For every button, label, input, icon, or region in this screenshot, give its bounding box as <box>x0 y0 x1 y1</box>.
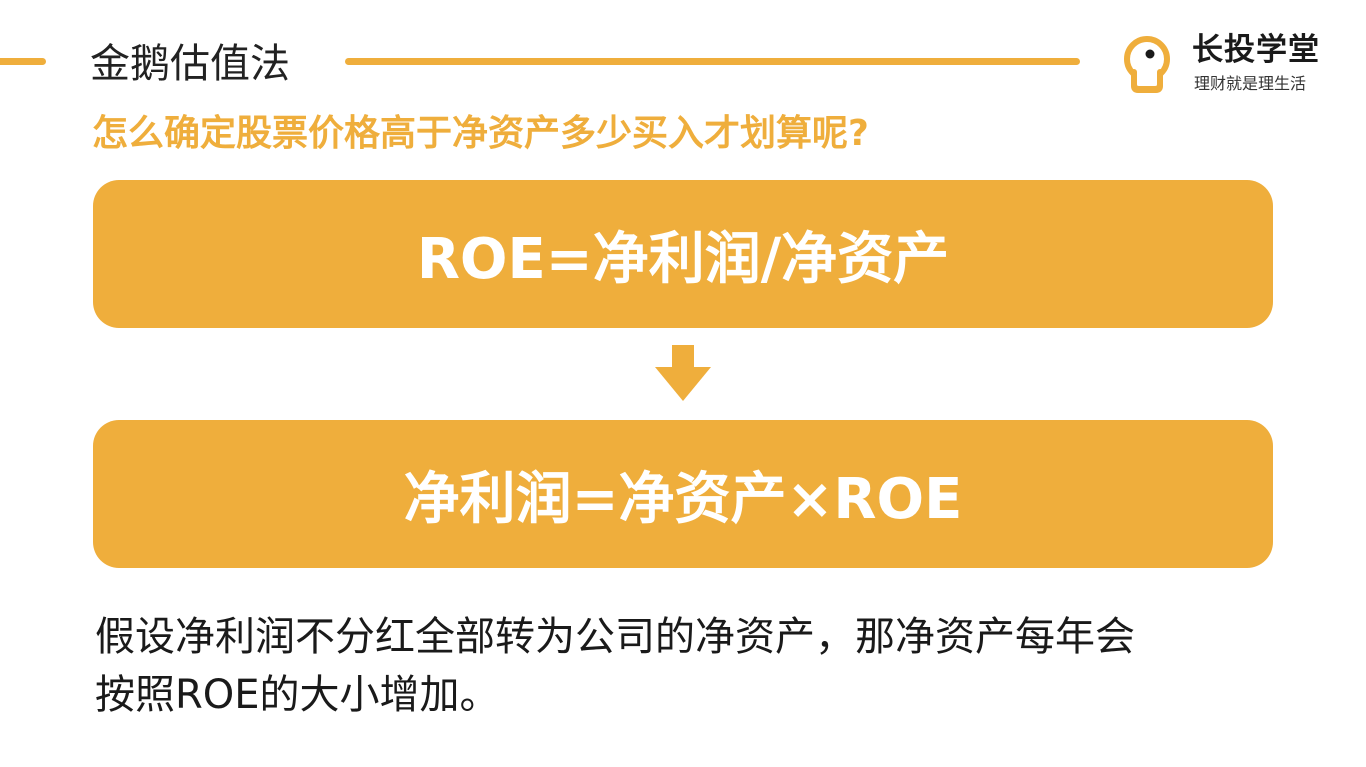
formula-box-net-profit: 净利润=净资产×ROE <box>93 420 1273 568</box>
brand-slogan: 理财就是理生活 <box>1194 74 1307 93</box>
header-accent-line-right <box>345 58 1080 65</box>
formula-text-net-profit: 净利润=净资产×ROE <box>403 466 963 532</box>
explanation-line-2: 按照ROE的大小增加。 <box>95 672 500 718</box>
header-accent-line-left <box>0 58 46 65</box>
formula-box-roe: ROE=净利润/净资产 <box>93 180 1273 328</box>
section-title: 金鹅估值法 <box>90 41 290 87</box>
lightbulb-icon <box>1124 36 1170 93</box>
explanation-line-1: 假设净利润不分红全部转为公司的净资产，那净资产每年会 <box>95 614 1135 660</box>
brand-name: 长投学堂 <box>1192 32 1320 68</box>
arrow-down-icon <box>655 345 711 401</box>
explanation-text: 假设净利润不分红全部转为公司的净资产，那净资产每年会 按照ROE的大小增加。 <box>95 608 1285 724</box>
question-heading: 怎么确定股票价格高于净资产多少买入才划算呢? <box>92 113 869 154</box>
brand-logo: 长投学堂 理财就是理生活 <box>1118 30 1338 96</box>
formula-text-roe: ROE=净利润/净资产 <box>416 226 950 292</box>
